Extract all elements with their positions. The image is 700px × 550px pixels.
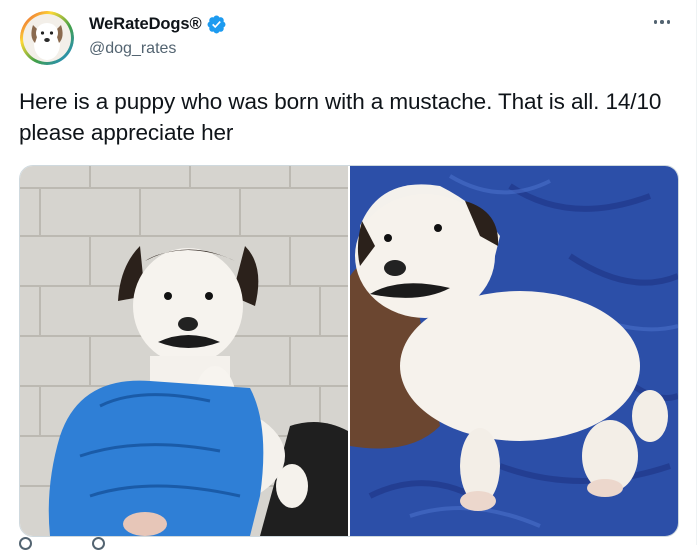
puppy-blanket-image bbox=[350, 166, 678, 536]
author-name-row[interactable]: WeRateDogs® bbox=[89, 14, 227, 35]
tweet-text: Here is a puppy who was born with a must… bbox=[19, 89, 662, 145]
tweet-card[interactable]: WeRateDogs® @dog_rates Here is a puppy w… bbox=[0, 0, 697, 550]
dog-avatar-icon bbox=[20, 11, 74, 65]
puppy-held-image bbox=[20, 166, 348, 536]
action-bar bbox=[19, 537, 105, 550]
author-handle[interactable]: @dog_rates bbox=[89, 40, 176, 58]
puppy-photo-blanket[interactable] bbox=[350, 166, 678, 536]
author-display-name[interactable]: WeRateDogs® bbox=[89, 15, 202, 34]
more-options-button[interactable] bbox=[650, 16, 674, 28]
tweet-media[interactable] bbox=[19, 165, 679, 537]
verified-badge-icon bbox=[206, 14, 227, 35]
puppy-photo-held[interactable] bbox=[20, 166, 350, 536]
author-avatar[interactable] bbox=[20, 11, 74, 65]
more-icon bbox=[653, 20, 658, 24]
retweet-icon[interactable] bbox=[92, 537, 105, 550]
reply-icon[interactable] bbox=[19, 537, 32, 550]
